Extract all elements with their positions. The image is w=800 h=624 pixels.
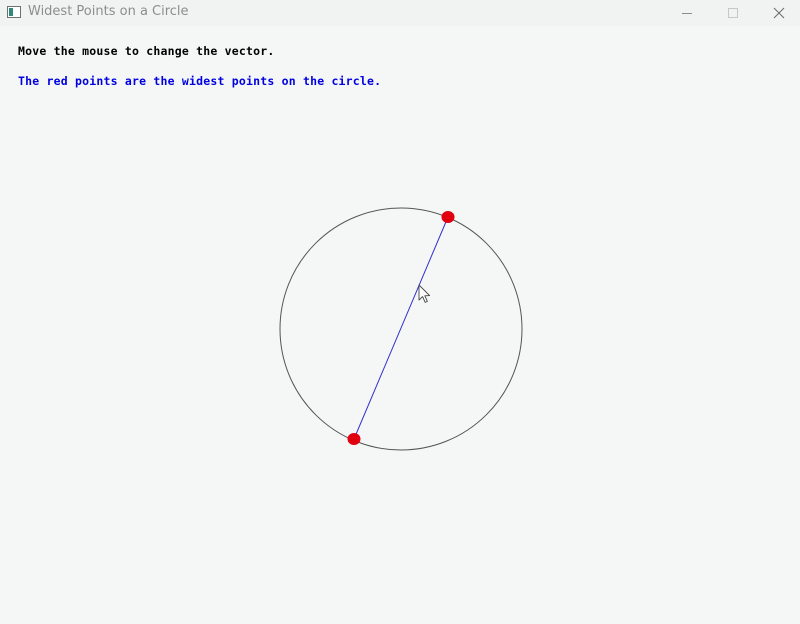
scene	[279, 207, 523, 451]
minimize-button[interactable]	[664, 0, 710, 26]
minimize-icon	[682, 13, 692, 14]
app-window-icon	[7, 6, 21, 18]
window-title: Widest Points on a Circle	[28, 4, 189, 19]
widest-point-top	[441, 211, 455, 223]
mouse-cursor-icon	[418, 284, 431, 303]
close-icon	[773, 7, 785, 19]
close-button[interactable]	[756, 0, 800, 26]
widest-point-bottom	[347, 433, 361, 445]
title-bar[interactable]: Widest Points on a Circle	[0, 0, 800, 26]
maximize-icon	[728, 8, 738, 18]
app-window: Widest Points on a Circle Move the mouse…	[0, 0, 800, 624]
drawing-canvas[interactable]: Move the mouse to change the vector. The…	[0, 26, 800, 624]
vector-line	[353, 216, 449, 440]
maximize-button[interactable]	[710, 0, 756, 26]
